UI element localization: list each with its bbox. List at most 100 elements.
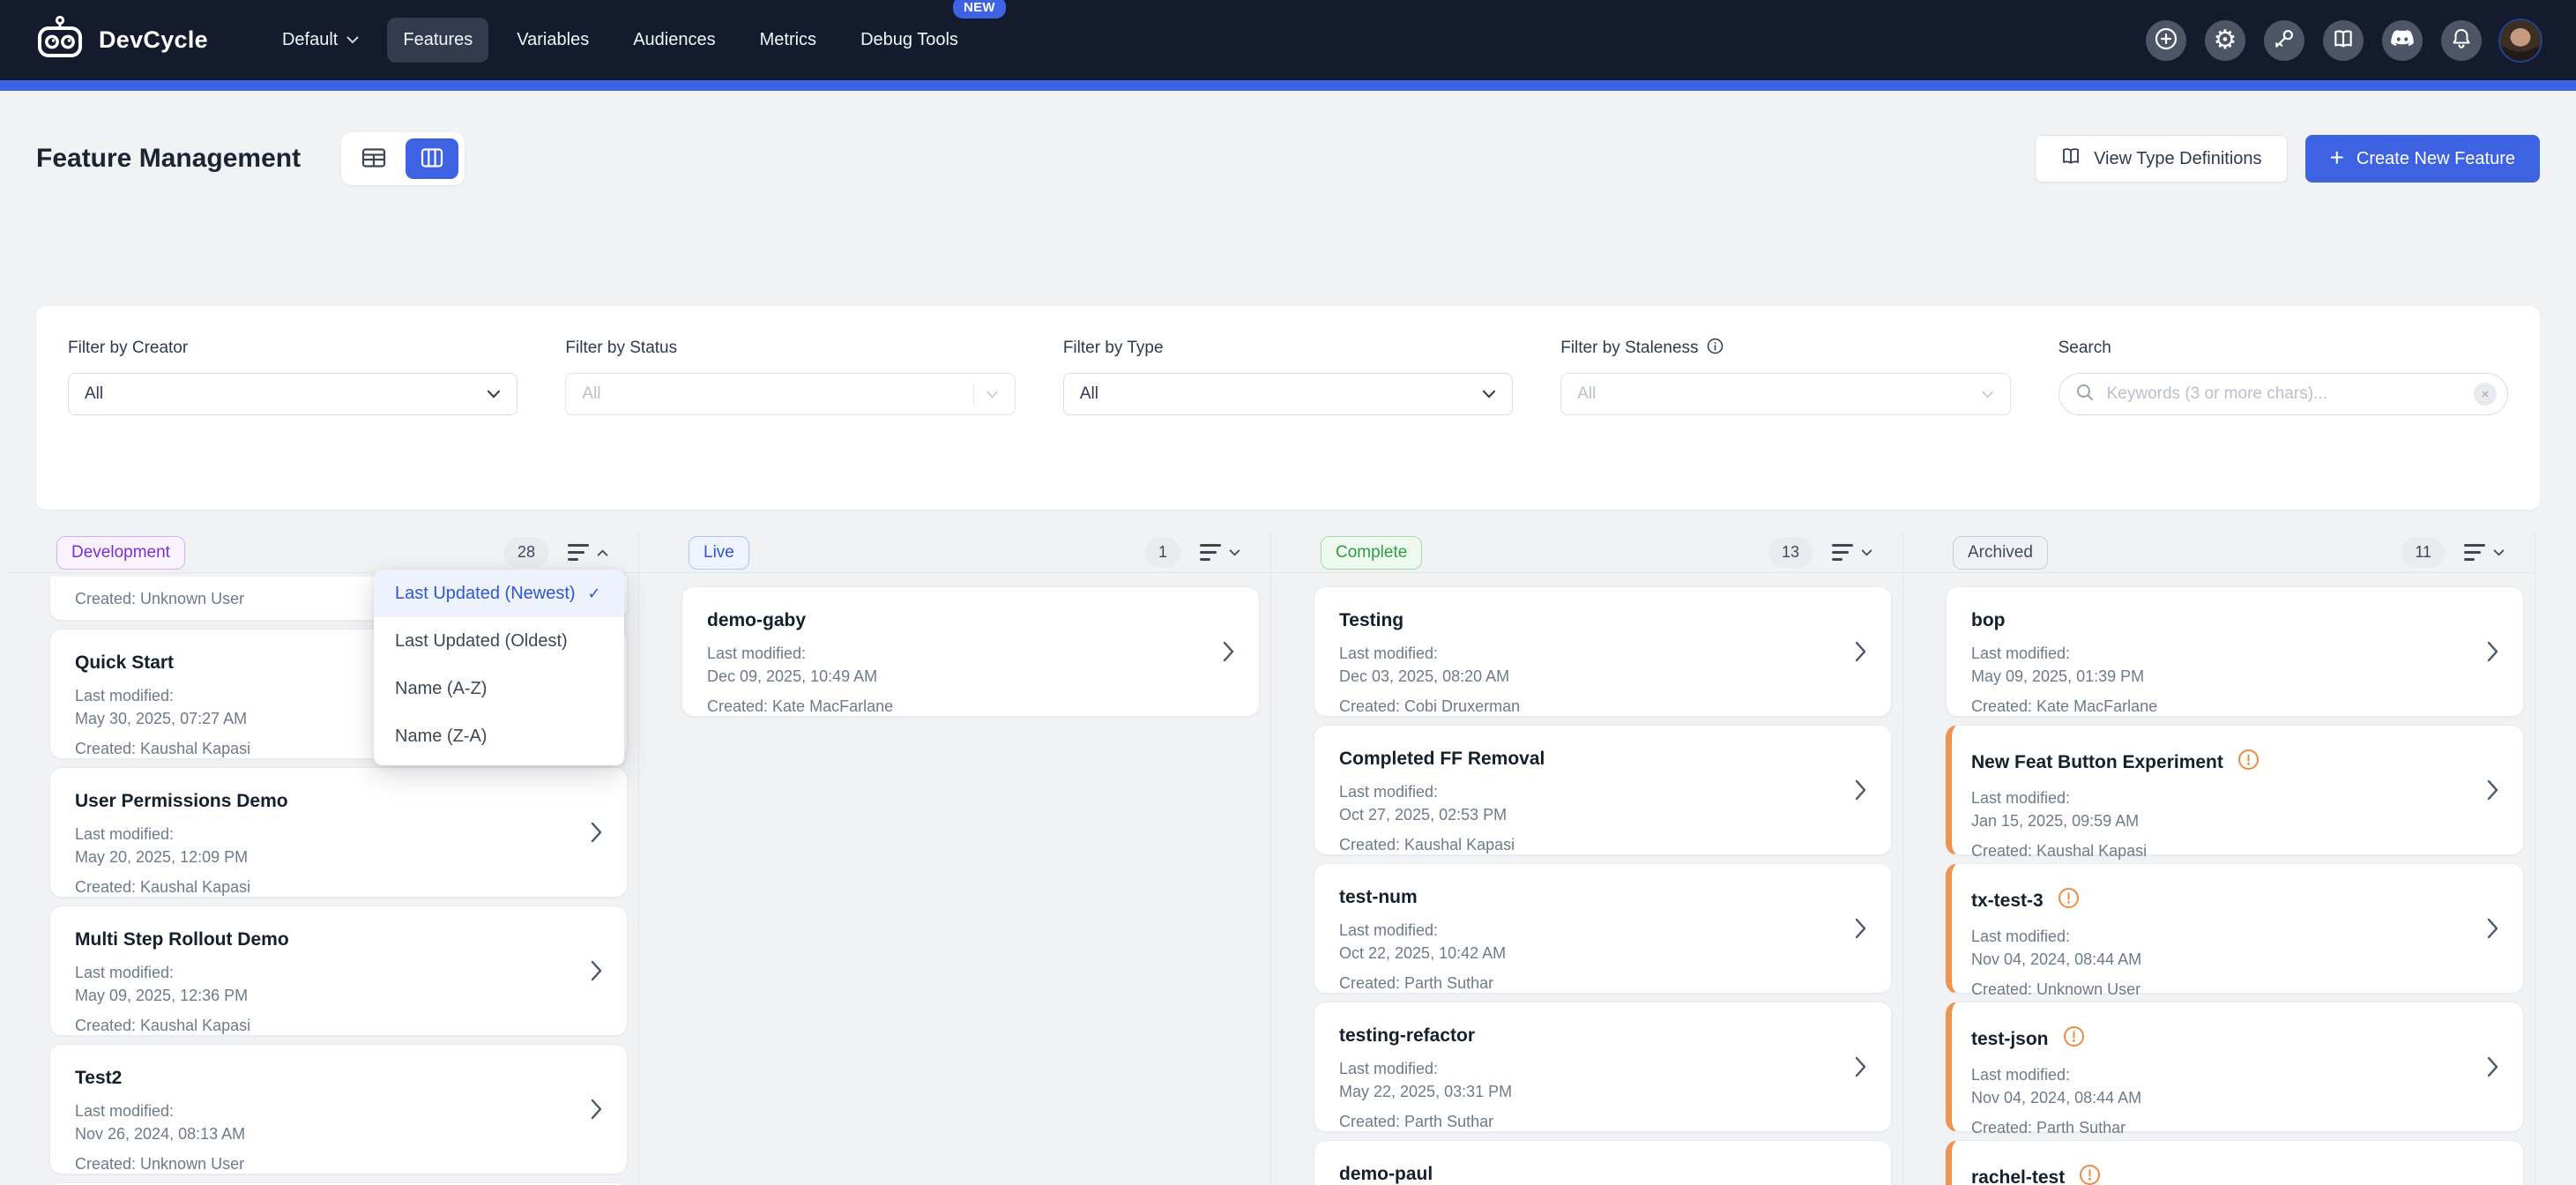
column-sort-button[interactable] — [1196, 540, 1244, 564]
table-view-button[interactable] — [347, 138, 400, 179]
feature-card-title: rachel-test — [1971, 1164, 2467, 1185]
nav-item-variables[interactable]: Variables — [501, 18, 605, 63]
feature-card-title: tx-test-3 — [1971, 887, 2467, 914]
sort-option[interactable]: Last Updated (Oldest) — [374, 617, 624, 665]
feature-card[interactable]: Multi Step Rollout Demo Last modified: M… — [49, 906, 628, 1036]
feature-card-title: Completed FF Removal — [1339, 749, 1835, 770]
book-icon — [2060, 145, 2081, 172]
feature-card[interactable]: rachel-test — [1946, 1140, 2524, 1185]
sort-option[interactable]: Name (A-Z) — [374, 665, 624, 712]
create-new-feature-button[interactable]: + Create New Feature — [2305, 135, 2540, 183]
column-count-badge: 13 — [1768, 537, 1813, 568]
docs-button[interactable] — [2323, 20, 2364, 61]
discord-icon — [2390, 29, 2415, 51]
discord-button[interactable] — [2382, 20, 2423, 61]
filter-creator-select[interactable]: All — [68, 373, 517, 415]
feature-card-creator: Created: Kaushal Kapasi — [75, 876, 570, 898]
settings-button[interactable]: ⚙ — [2205, 20, 2245, 61]
feature-card[interactable]: Testing Last modified: Dec 03, 2025, 08:… — [1314, 586, 1892, 717]
chevron-right-icon — [591, 960, 602, 981]
column-cards-list: Testing Last modified: Dec 03, 2025, 08:… — [1271, 573, 1902, 1185]
feature-card-title: bop — [1971, 610, 2467, 631]
filter-status-value: All — [582, 384, 600, 404]
feature-card-title: Testing — [1339, 610, 1835, 631]
column-status-badge: Live — [689, 536, 749, 570]
feature-card[interactable]: demo-paul — [1314, 1140, 1892, 1185]
chevron-down-icon — [1482, 390, 1496, 399]
search-input[interactable] — [2105, 384, 2463, 405]
filter-creator: Filter by Creator All — [68, 338, 517, 478]
add-circle-button[interactable] — [2146, 20, 2186, 61]
search-icon — [2075, 383, 2095, 406]
column-status-badge: Archived — [1953, 536, 2048, 570]
feature-card[interactable]: bop Last modified: May 09, 2025, 01:39 P… — [1946, 586, 2524, 717]
nav-item-features[interactable]: Features — [387, 18, 488, 63]
feature-card-modified-date: Oct 27, 2025, 02:53 PM — [1339, 803, 1835, 826]
chevron-down-icon — [1861, 549, 1872, 556]
feature-card-modified-label: Last modified: — [1971, 786, 2467, 809]
feature-card-modified-label: Last modified: — [1971, 1063, 2467, 1086]
notifications-button[interactable] — [2441, 20, 2482, 61]
filter-type: Filter by Type All — [1063, 338, 1513, 478]
feature-card[interactable]: New Feat Button Experiment Last modified… — [1946, 725, 2524, 855]
feature-card[interactable]: Test2 Last modified: Nov 26, 2024, 08:13… — [49, 1044, 628, 1174]
feature-card-title: demo-paul — [1339, 1164, 1835, 1185]
nav-item-metrics[interactable]: Metrics — [744, 18, 832, 63]
column-sort-button[interactable] — [2461, 540, 2508, 564]
chevron-right-icon — [1855, 779, 1866, 801]
feature-card[interactable]: tx-test-3 Last modified: Nov 04, 2024, 0… — [1946, 863, 2524, 994]
page-header: Feature Management View Type Definitions… — [0, 135, 2576, 183]
chevron-right-icon — [591, 1099, 602, 1120]
top-nav: DevCycle Default Features Variables Audi… — [0, 0, 2576, 80]
filter-type-label: Filter by Type — [1063, 338, 1513, 359]
clear-search-icon[interactable]: × — [2474, 383, 2497, 406]
column-header: Development 28 — [7, 533, 638, 573]
feature-card-modified-label: Last modified: — [1339, 642, 1835, 665]
sort-dropdown-menu: Last Updated (Newest) ✓ Last Updated (Ol… — [374, 570, 624, 765]
view-toggle — [341, 132, 465, 185]
kanban-view-button[interactable] — [406, 138, 458, 179]
user-avatar[interactable] — [2500, 20, 2541, 61]
view-type-definitions-button[interactable]: View Type Definitions — [2035, 135, 2287, 183]
feature-card-creator: Created: Unknown User — [75, 1152, 570, 1175]
feature-card-modified-date: May 20, 2025, 12:09 PM — [75, 846, 570, 868]
column-sort-button[interactable] — [1828, 540, 1876, 564]
brand-name: DevCycle — [99, 26, 208, 54]
filter-type-select[interactable]: All — [1063, 373, 1513, 415]
sort-option[interactable]: Last Updated (Newest) ✓ — [374, 570, 624, 617]
column-count-badge: 11 — [2401, 537, 2445, 568]
column-cards-list: demo-gaby Last modified: Dec 09, 2025, 1… — [639, 573, 1270, 1185]
filter-status-select[interactable]: All — [565, 373, 1015, 415]
feature-card-modified-date: May 22, 2025, 03:31 PM — [1339, 1080, 1835, 1103]
feature-card[interactable]: Completed FF Removal Last modified: Oct … — [1314, 725, 1892, 855]
nav-item-debug-tools[interactable]: Debug Tools NEW — [845, 18, 974, 63]
feature-card-modified-label: Last modified: — [75, 961, 570, 984]
feature-card-modified-label: Last modified: — [1339, 1057, 1835, 1080]
feature-card[interactable]: User Permissions Demo Last modified: May… — [49, 767, 628, 898]
chevron-right-icon — [2487, 779, 2498, 801]
feature-card-title: test-num — [1339, 887, 1835, 908]
feature-card-modified-label: Last modified: — [75, 1099, 570, 1122]
feature-card[interactable]: testing-refactor Last modified: May 22, … — [1314, 1002, 1892, 1132]
feature-card-modified-label: Last modified: — [1339, 780, 1835, 803]
column-header: Complete 13 — [1271, 533, 1902, 573]
nav-actions: ⚙ — [2146, 20, 2541, 61]
chevron-right-icon — [2487, 1056, 2498, 1077]
chevron-down-icon — [1981, 391, 1994, 399]
api-keys-button[interactable] — [2264, 20, 2304, 61]
nav-items: Default Features Variables Audiences Met… — [266, 18, 974, 63]
nav-item-audiences[interactable]: Audiences — [617, 18, 731, 63]
feature-card-title: Test2 — [75, 1068, 570, 1089]
feature-card[interactable]: test-json Last modified: Nov 04, 2024, 0… — [1946, 1002, 2524, 1132]
chevron-down-icon — [986, 391, 999, 399]
sort-option[interactable]: Name (Z-A) — [374, 712, 624, 760]
feature-card-modified-date: Jan 15, 2025, 09:59 AM — [1971, 809, 2467, 832]
nav-item-default[interactable]: Default — [266, 18, 375, 63]
filter-staleness-select[interactable]: All — [1560, 373, 2010, 415]
feature-card[interactable]: test-num Last modified: Oct 22, 2025, 10… — [1314, 863, 1892, 994]
feature-card-title: User Permissions Demo — [75, 791, 570, 812]
info-icon[interactable] — [1707, 338, 1724, 360]
column-sort-button[interactable] — [564, 540, 612, 564]
brand[interactable]: DevCycle — [35, 16, 208, 64]
feature-card[interactable]: demo-gaby Last modified: Dec 09, 2025, 1… — [681, 586, 1260, 717]
